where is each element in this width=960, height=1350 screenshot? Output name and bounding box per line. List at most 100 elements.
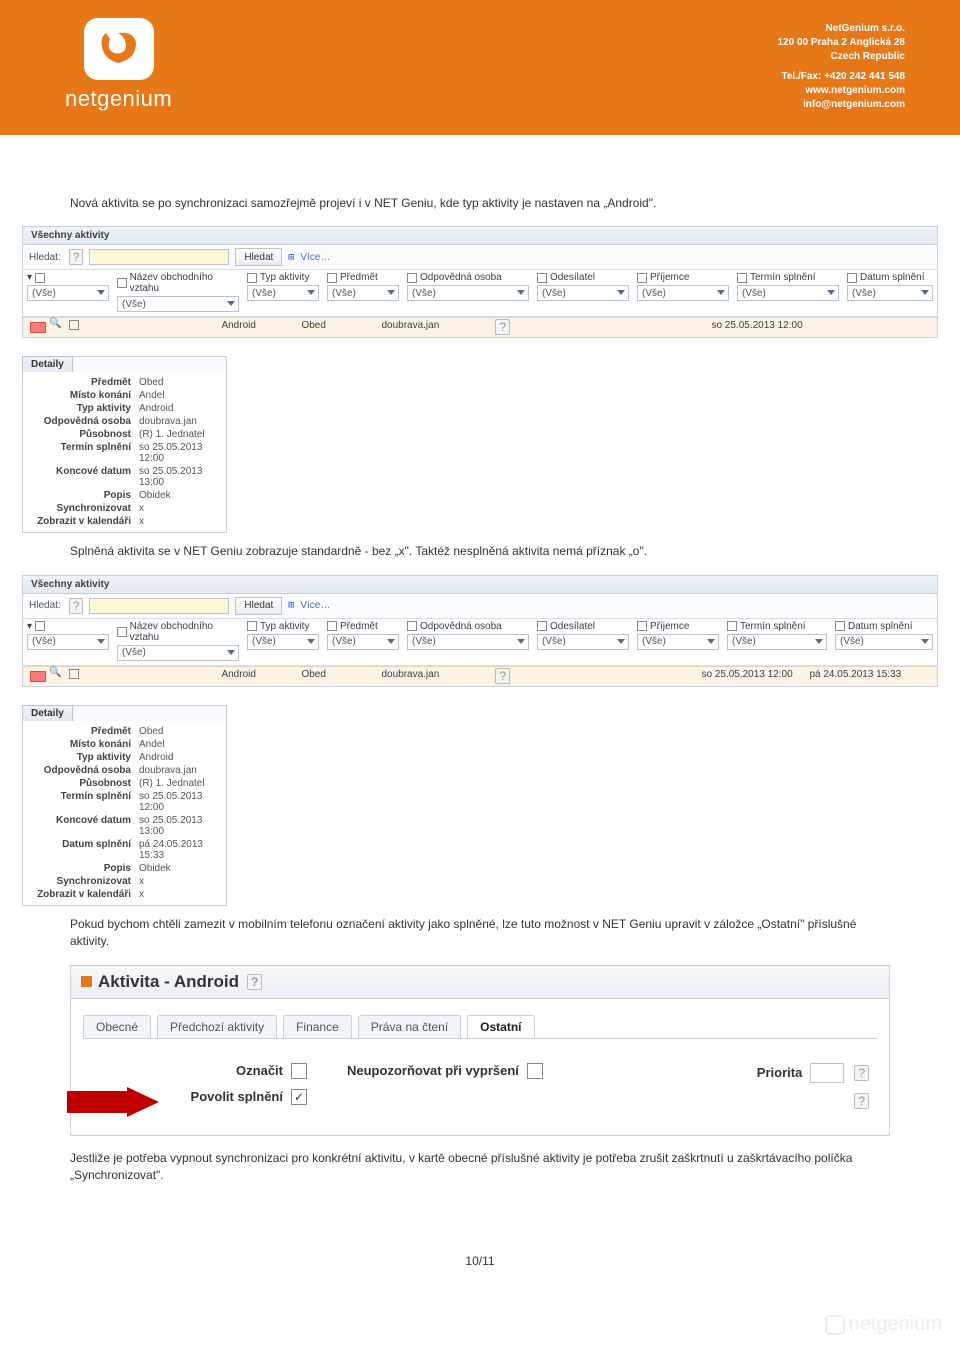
- column-headers: ▾(Vše) Název obchodního vztahu(Vše) Typ …: [23, 619, 937, 666]
- filter-select[interactable]: (Vše): [117, 296, 239, 312]
- search-button[interactable]: Hledat: [235, 597, 282, 615]
- square-icon: [81, 976, 92, 987]
- detail-row: Synchronizovatx: [29, 875, 220, 888]
- details-tab[interactable]: Detaily: [22, 356, 73, 372]
- detail-row: Zobrazit v kalendářix: [29, 888, 220, 901]
- detail-row: Termín splněníso 25.05.2013 12:00: [29, 790, 220, 814]
- logo-icon: [84, 18, 154, 80]
- magnifier-icon[interactable]: 🔍: [45, 318, 65, 337]
- company-mail: info@netgenium.com: [778, 98, 906, 112]
- filter-select[interactable]: (Vše): [327, 634, 399, 650]
- detail-row: Typ aktivityAndroid: [29, 751, 220, 764]
- screenshot-grid-1: Všechny aktivity Hledat: ? Hledat ⊞ Více…: [40, 226, 920, 533]
- company-addr1: 120 00 Praha 2 Anglická 28: [778, 36, 906, 50]
- checkbox-povolit[interactable]: ✓: [291, 1089, 307, 1105]
- filter-select[interactable]: (Vše): [637, 634, 719, 650]
- more-link[interactable]: Více…: [300, 600, 330, 611]
- paragraph-1: Nová aktivita se po synchronizaci samozř…: [70, 195, 890, 212]
- detail-row: Synchronizovatx: [29, 502, 220, 515]
- search-label: Hledat:: [29, 600, 61, 611]
- checkbox-oznacit[interactable]: [291, 1063, 307, 1079]
- detail-row: PředmětObed: [29, 725, 220, 738]
- filter-select[interactable]: (Vše): [247, 285, 319, 301]
- activities-grid: Všechny aktivity Hledat: ? Hledat ⊞ Více…: [22, 226, 938, 338]
- tab-ostatni[interactable]: Ostatní: [467, 1015, 534, 1038]
- filter-select[interactable]: (Vše): [835, 634, 933, 650]
- company-addr2: Czech Republic: [778, 50, 906, 64]
- table-row[interactable]: 🔍 Android Obed doubrava.jan ? so 25.05.2…: [23, 666, 937, 686]
- paragraph-3: Pokud bychom chtěli zamezit v mobilním t…: [70, 916, 890, 951]
- label-oznacit: Označit: [143, 1063, 283, 1078]
- priority-input[interactable]: [810, 1063, 844, 1083]
- more-link[interactable]: Více…: [300, 252, 330, 263]
- magnifier-icon[interactable]: 🔍: [45, 667, 65, 686]
- detail-row: Místo konáníAndel: [29, 738, 220, 751]
- detail-row: Místo konáníAndel: [29, 389, 220, 402]
- company-name: NetGenium s.r.o.: [778, 22, 906, 36]
- detail-row: PopisObidek: [29, 489, 220, 502]
- filter-select[interactable]: (Vše): [637, 285, 729, 301]
- tab-obecne[interactable]: Obecné: [83, 1015, 151, 1038]
- company-web: www.netgenium.com: [778, 84, 906, 98]
- filter-select[interactable]: (Vše): [247, 634, 319, 650]
- grid-title: Všechny aktivity: [23, 227, 937, 245]
- search-input[interactable]: [89, 598, 229, 614]
- help-icon[interactable]: ?: [854, 1093, 869, 1109]
- filter-select[interactable]: (Vše): [27, 634, 109, 650]
- label-priorita: Priorita: [757, 1065, 803, 1080]
- help-icon[interactable]: ?: [69, 598, 84, 614]
- filter-select[interactable]: (Vše): [537, 634, 629, 650]
- detail-row: Odpovědná osobadoubrava.jan: [29, 415, 220, 428]
- filter-select[interactable]: (Vše): [117, 645, 239, 661]
- filter-select[interactable]: (Vše): [727, 634, 827, 650]
- help-icon[interactable]: ?: [69, 249, 84, 265]
- detail-row: PopisObidek: [29, 862, 220, 875]
- watermark: netgenium: [825, 1313, 942, 1336]
- screenshot-grid-2: Všechny aktivity Hledat: ? Hledat ⊞ Více…: [40, 575, 920, 906]
- filter-select[interactable]: (Vše): [27, 285, 109, 301]
- company-tel: Tel./Fax: +420 242 441 548: [778, 70, 906, 84]
- detail-row: Datum splněnípá 24.05.2013 15:33: [29, 838, 220, 862]
- tab-prava[interactable]: Práva na čtení: [358, 1015, 461, 1038]
- table-row[interactable]: 🔍 Android Obed doubrava.jan ? so 25.05.2…: [23, 317, 937, 337]
- filter-select[interactable]: (Vše): [737, 285, 839, 301]
- checkbox-neupo[interactable]: [527, 1063, 543, 1079]
- grid-title: Všechny aktivity: [23, 576, 937, 594]
- expand-icon[interactable]: ⊞: [288, 600, 294, 611]
- help-icon[interactable]: ?: [854, 1065, 869, 1081]
- search-input[interactable]: [89, 249, 229, 265]
- activities-grid: Všechny aktivity Hledat: ? Hledat ⊞ Více…: [22, 575, 938, 687]
- expand-icon[interactable]: ⊞: [288, 252, 294, 263]
- detail-row: Koncové datumso 25.05.2013 13:00: [29, 465, 220, 489]
- details-tab[interactable]: Detaily: [22, 705, 73, 721]
- search-button[interactable]: Hledat: [235, 248, 282, 266]
- details-panel: Detaily PředmětObedMísto konáníAndelTyp …: [22, 705, 227, 906]
- dialog-title: Aktivita - Android: [98, 972, 239, 992]
- activity-dialog: Aktivita - Android ? Obecné Předchozí ak…: [70, 965, 890, 1136]
- detail-row: PředmětObed: [29, 376, 220, 389]
- paragraph-4: Jestliže je potřeba vypnout synchronizac…: [70, 1150, 890, 1185]
- filter-select[interactable]: (Vše): [327, 285, 399, 301]
- help-icon[interactable]: ?: [247, 974, 262, 990]
- tab-predchozi[interactable]: Předchozí aktivity: [157, 1015, 277, 1038]
- company-contact: NetGenium s.r.o. 120 00 Praha 2 Anglická…: [778, 22, 906, 112]
- tab-finance[interactable]: Finance: [283, 1015, 352, 1038]
- header-banner: netgenium NetGenium s.r.o. 120 00 Praha …: [0, 0, 960, 135]
- label-povolit: Povolit splnění: [143, 1089, 283, 1104]
- detail-row: Typ aktivityAndroid: [29, 402, 220, 415]
- filter-select[interactable]: (Vše): [537, 285, 629, 301]
- logo-text: netgenium: [65, 86, 172, 112]
- page-number: 10/11: [40, 1254, 920, 1268]
- detail-row: Působnost(R) 1. Jednatel: [29, 428, 220, 441]
- filter-select[interactable]: (Vše): [407, 634, 529, 650]
- color-swatch: [30, 322, 46, 333]
- detail-row: Termín splněníso 25.05.2013 12:00: [29, 441, 220, 465]
- filter-select[interactable]: (Vše): [407, 285, 529, 301]
- filter-select[interactable]: (Vše): [847, 285, 933, 301]
- search-label: Hledat:: [29, 252, 61, 263]
- logo: netgenium: [65, 18, 172, 112]
- details-panel: Detaily PředmětObedMísto konáníAndelTyp …: [22, 356, 227, 533]
- label-neupo: Neupozorňovat při vypršení: [347, 1063, 519, 1078]
- tabs: Obecné Předchozí aktivity Finance Práva …: [71, 999, 889, 1038]
- detail-row: Působnost(R) 1. Jednatel: [29, 777, 220, 790]
